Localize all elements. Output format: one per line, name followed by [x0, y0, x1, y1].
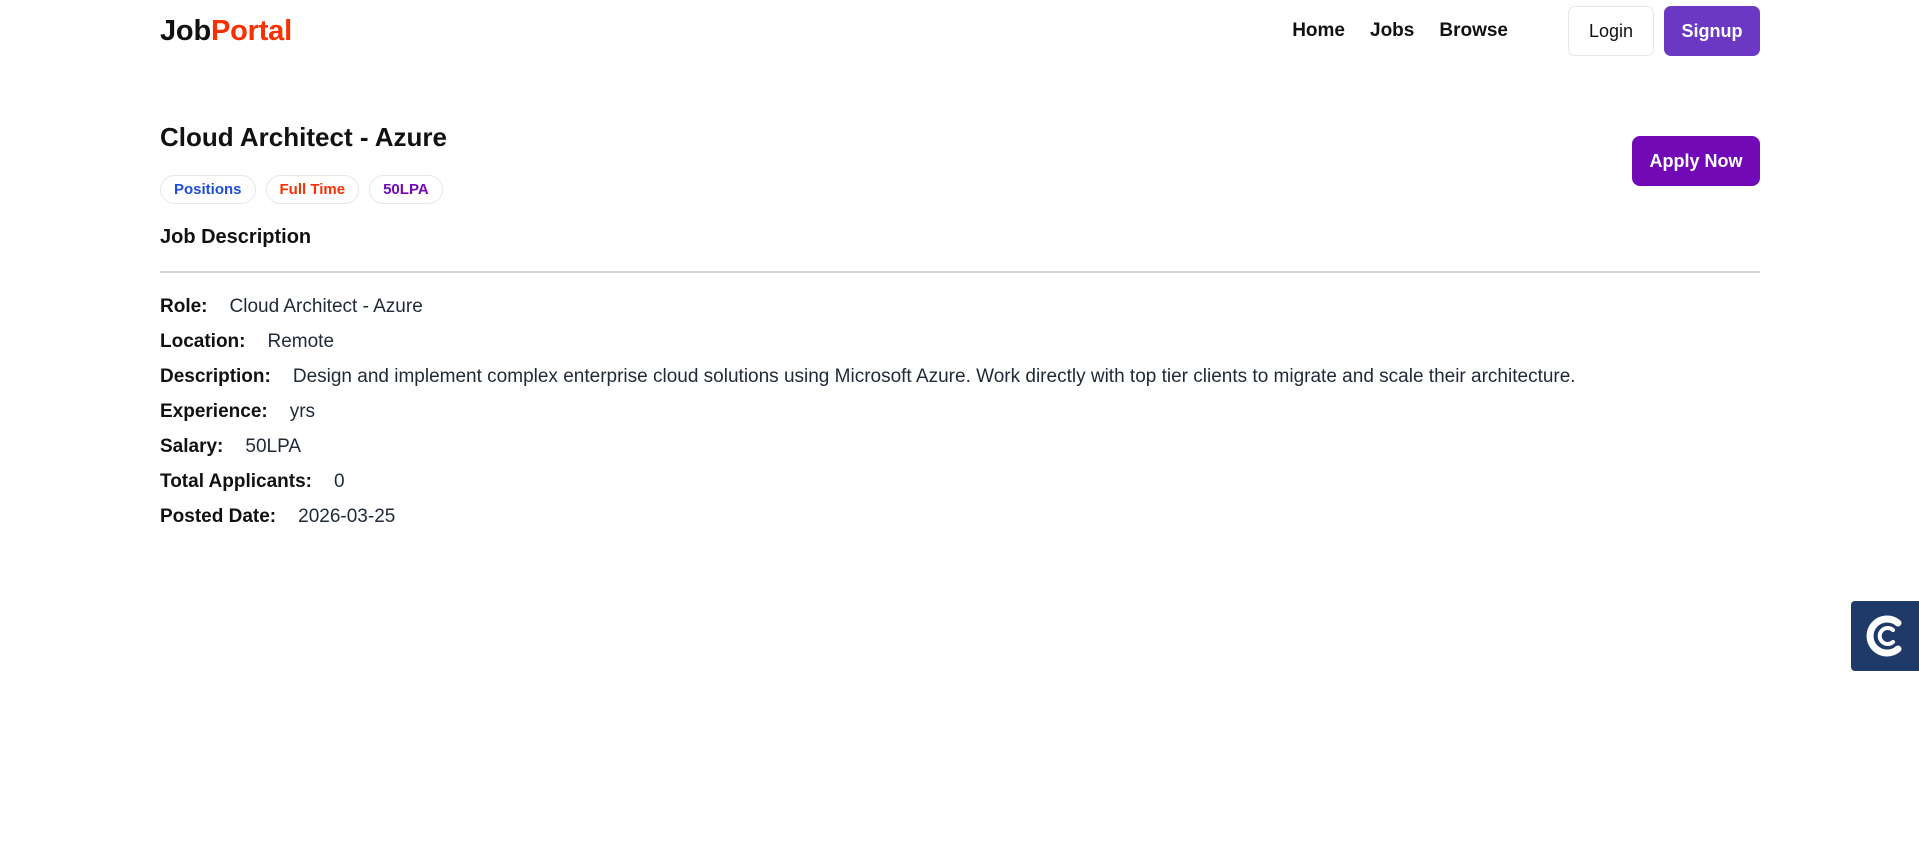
chat-c-icon — [1866, 615, 1902, 657]
detail-label: Experience: — [160, 401, 268, 422]
apply-now-button[interactable]: Apply Now — [1632, 136, 1760, 186]
detail-value: Cloud Architect - Azure — [229, 296, 423, 317]
job-details: Role: Cloud Architect - Azure Location: Re… — [160, 295, 1760, 529]
badge-salary: 50LPA — [369, 175, 443, 204]
login-button[interactable]: Login — [1568, 6, 1654, 56]
detail-description: Description: Design and implement complex… — [160, 365, 1760, 389]
detail-value: 2026-03-25 — [298, 506, 396, 527]
detail-label: Posted Date: — [160, 506, 277, 527]
detail-value: Remote — [267, 331, 335, 352]
detail-label: Role: — [160, 296, 208, 317]
nav-link-home[interactable]: Home — [1292, 20, 1345, 42]
detail-value: 0 — [334, 471, 345, 492]
chat-widget-button[interactable] — [1851, 601, 1919, 671]
job-title: Cloud Architect - Azure — [160, 122, 447, 152]
nav-link-jobs[interactable]: Jobs — [1370, 20, 1414, 42]
detail-label: Salary: — [160, 436, 224, 457]
badge-positions: Positions — [160, 175, 256, 204]
detail-location: Location: Remote — [160, 330, 1760, 354]
nav-link-browse[interactable]: Browse — [1439, 20, 1508, 42]
section-title-job-description: Job Description — [160, 226, 1760, 273]
detail-value: Design and implement complex enterprise … — [292, 366, 1576, 387]
nav-right: Home Jobs Browse Login Signup — [1292, 6, 1760, 56]
job-badges: Positions Full Time 50LPA — [160, 175, 447, 204]
nav-links: Home Jobs Browse — [1292, 20, 1508, 42]
detail-experience: Experience: yrs — [160, 400, 1760, 424]
detail-salary: Salary: 50LPA — [160, 435, 1760, 459]
navbar: JobPortal Home Jobs Browse Login Signup — [160, 0, 1760, 62]
detail-role: Role: Cloud Architect - Azure — [160, 295, 1760, 319]
badge-job-type: Full Time — [265, 175, 360, 204]
detail-posted-date: Posted Date: 2026-03-25 — [160, 505, 1760, 529]
job-detail: Cloud Architect - Azure Positions Full T… — [160, 122, 1760, 540]
detail-total-applicants: Total Applicants: 0 — [160, 470, 1760, 494]
logo-text-job: Job — [160, 14, 211, 47]
detail-label: Description: — [160, 366, 271, 387]
detail-label: Total Applicants: — [160, 471, 312, 492]
logo[interactable]: JobPortal — [160, 15, 292, 48]
detail-value: 50LPA — [245, 436, 302, 457]
logo-text-portal: Portal — [210, 14, 292, 47]
detail-value: yrs — [289, 401, 316, 422]
job-header: Cloud Architect - Azure Positions Full T… — [160, 122, 1760, 204]
detail-label: Location: — [160, 331, 246, 352]
signup-button[interactable]: Signup — [1664, 6, 1760, 56]
job-header-left: Cloud Architect - Azure Positions Full T… — [160, 122, 447, 204]
